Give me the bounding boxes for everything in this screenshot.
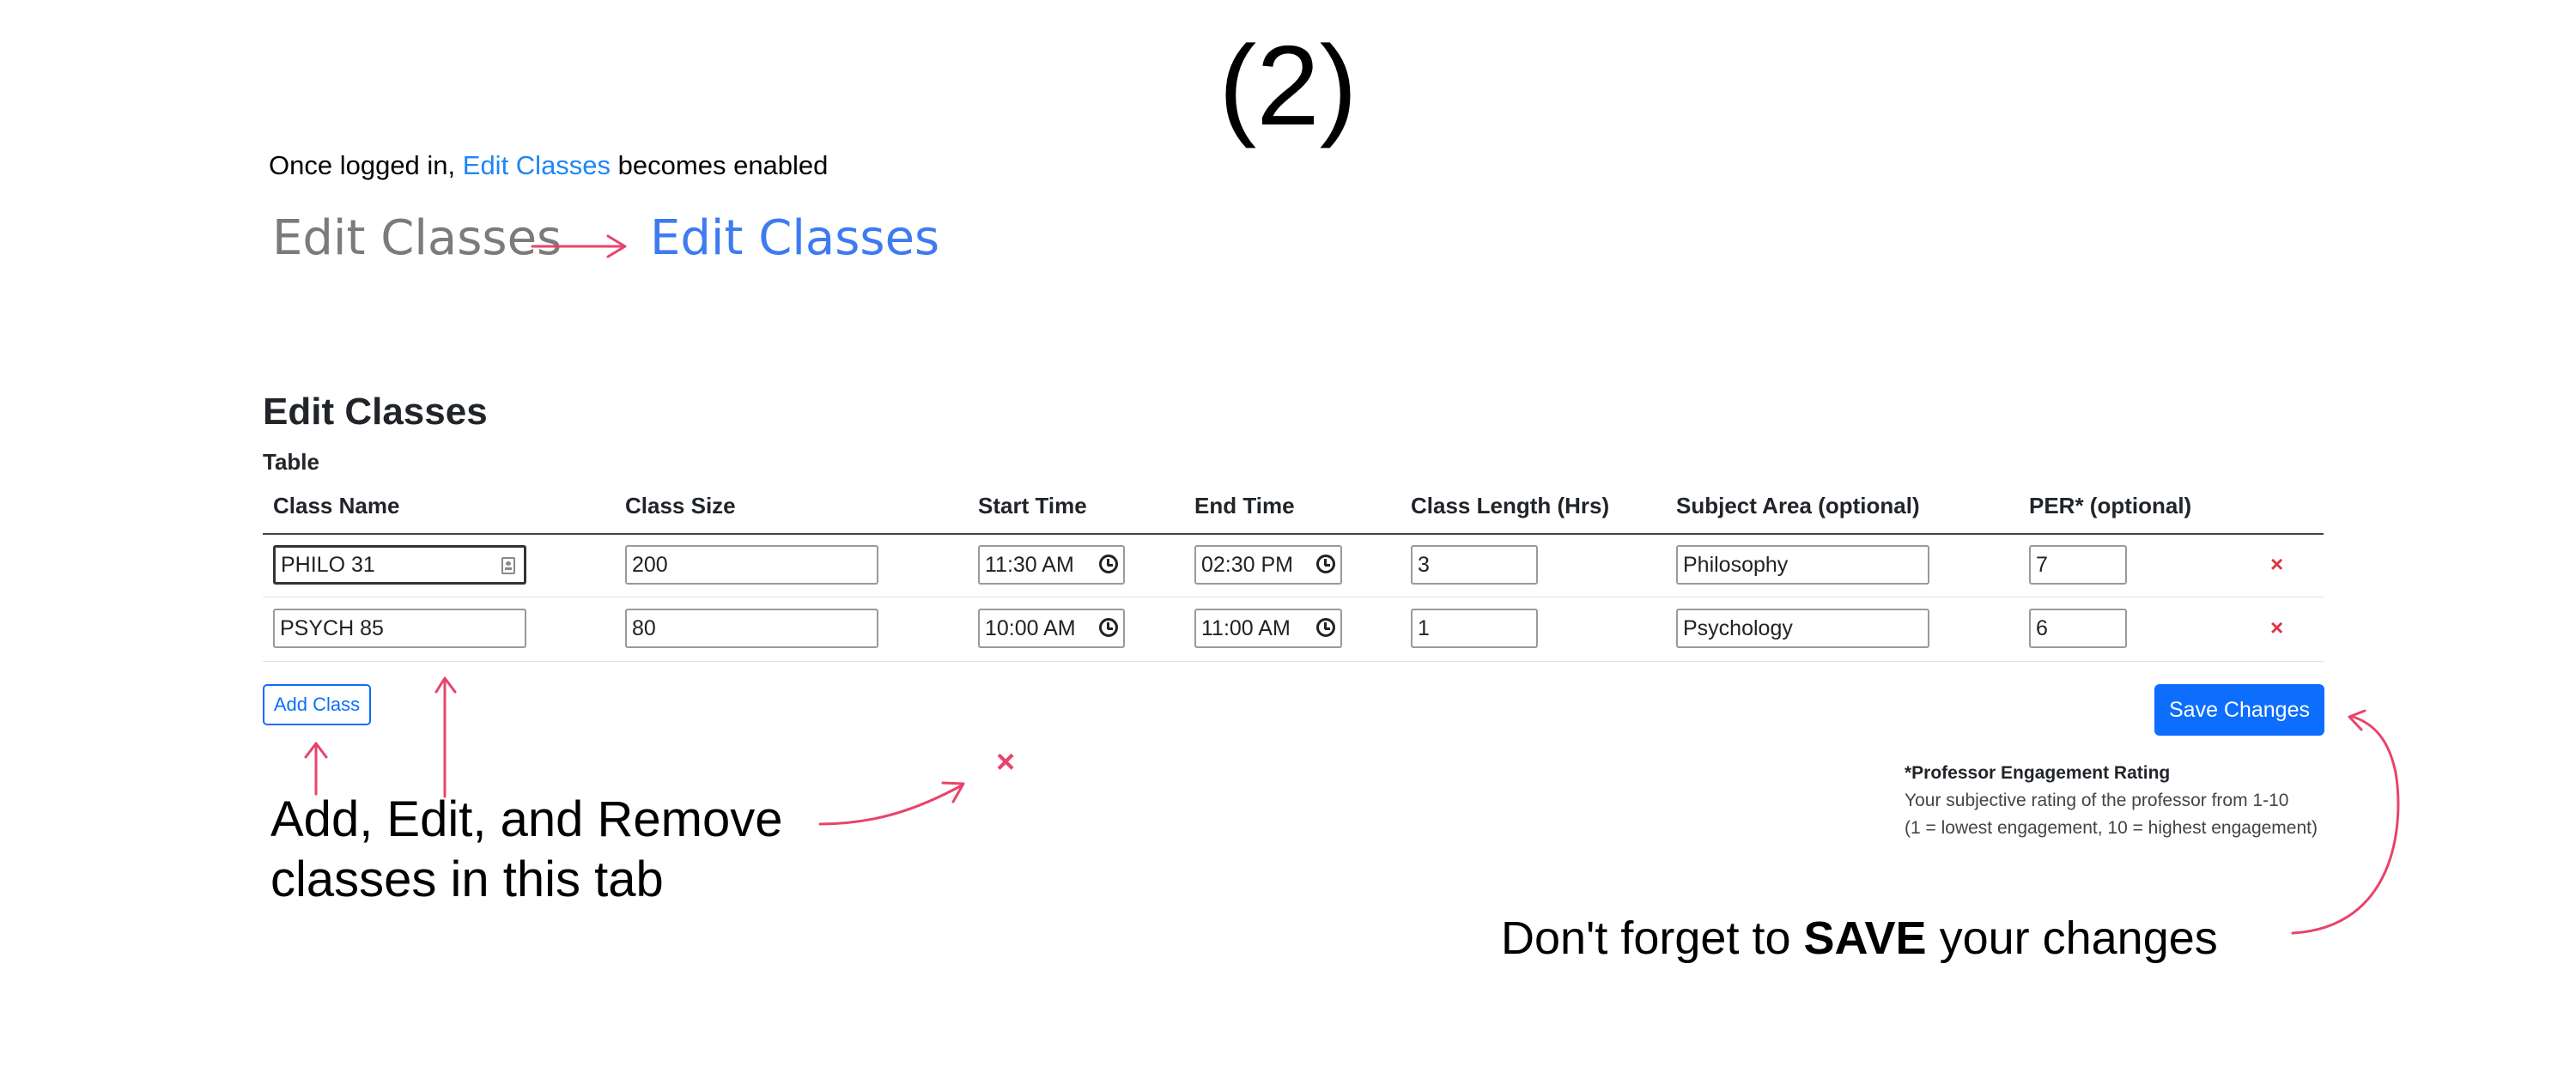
edit-row-arrow — [434, 676, 457, 798]
save-reminder-arrow — [2291, 709, 2400, 935]
annotation-arrows — [304, 234, 2400, 935]
nav-transition-arrow — [531, 234, 627, 258]
add-class-arrow — [304, 742, 328, 796]
remove-example-arrow — [818, 781, 965, 826]
